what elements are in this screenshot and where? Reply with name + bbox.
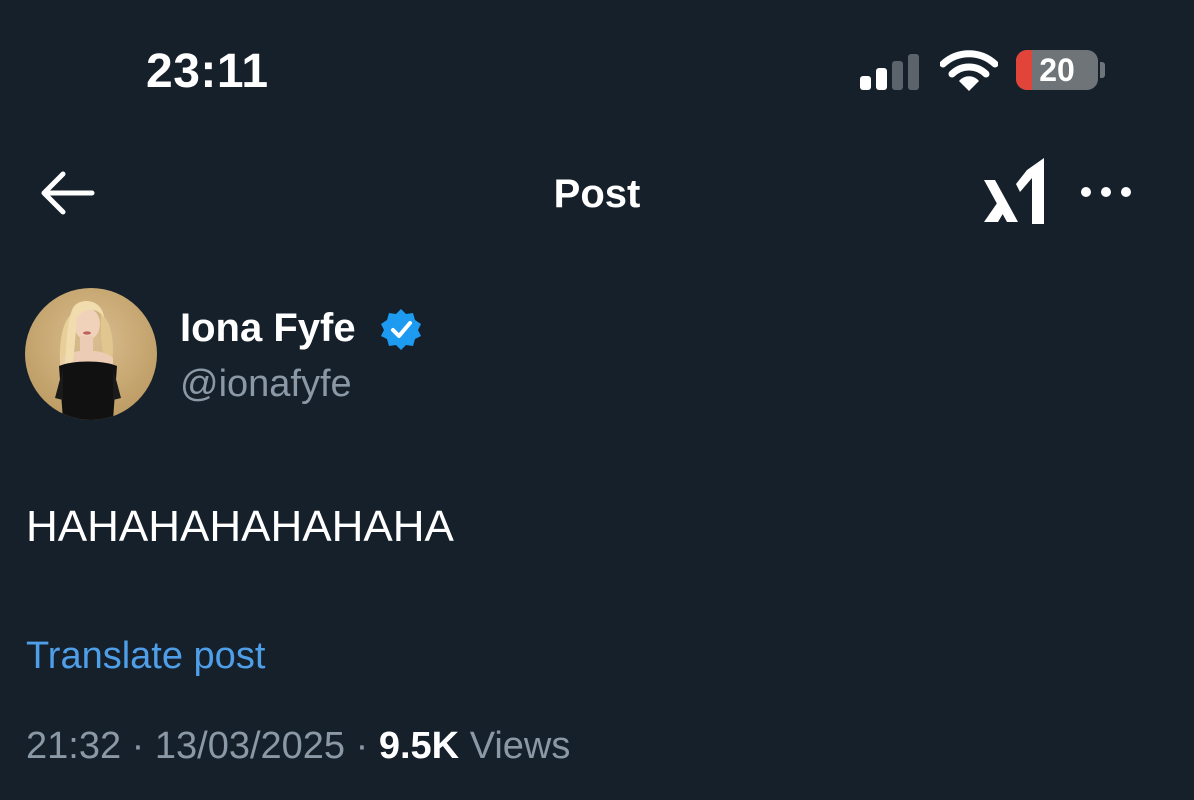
post-metadata: 21:32 · 13/03/2025 · 9.5K Views [26, 722, 570, 770]
author-avatar[interactable] [25, 288, 157, 420]
translate-post-link[interactable]: Translate post [26, 632, 265, 680]
author-handle[interactable]: @ionafyfe [180, 360, 352, 408]
post-date: 13/03/2025 [154, 725, 346, 767]
post-text: HAHAHAHAHAHAHA [26, 502, 454, 551]
more-options-button[interactable] [1076, 172, 1136, 212]
views-count[interactable]: 9.5K [379, 725, 459, 767]
views-label: Views [469, 725, 571, 767]
wifi-icon [940, 50, 998, 91]
verified-badge-icon [381, 309, 421, 350]
meta-separator: · [355, 725, 369, 767]
meta-separator: · [131, 725, 145, 767]
status-bar-time: 23:11 [146, 45, 269, 98]
avatar-photo [55, 300, 121, 420]
post-time: 21:32 [26, 725, 122, 767]
battery-cap [1100, 62, 1105, 78]
ellipsis-icon [1081, 187, 1131, 197]
grok-button[interactable] [984, 158, 1048, 226]
battery-indicator: 20 [1016, 50, 1098, 90]
battery-percent-label: 20 [1039, 52, 1075, 88]
author-display-name[interactable]: Iona Fyfe [180, 304, 356, 352]
grok-icon [984, 158, 1044, 224]
post-screen: 23:11 20 Post Iona Fyfe @ionafyfe HAHAHA… [0, 0, 1194, 800]
cellular-signal-icon [860, 54, 919, 90]
